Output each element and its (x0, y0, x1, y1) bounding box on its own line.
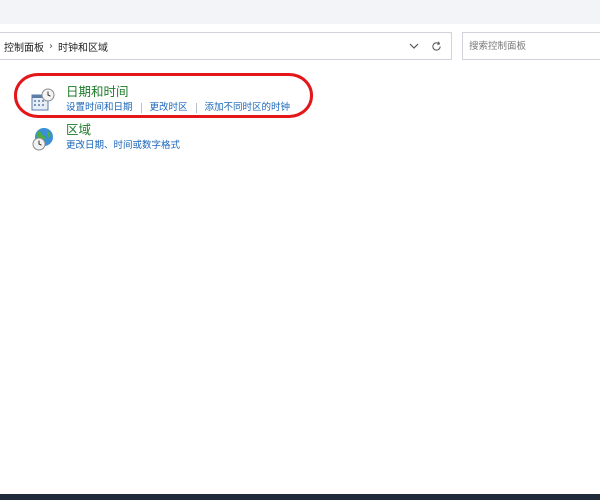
chevron-down-icon (409, 43, 419, 49)
calendar-clock-icon[interactable] (30, 88, 56, 114)
change-formats-link[interactable]: 更改日期、时间或数字格式 (66, 139, 180, 152)
date-and-time-text: 日期和时间 设置时间和日期 更改时区 添加不同时区的时钟 (66, 84, 290, 114)
title-bar-strip (0, 0, 600, 25)
breadcrumb-control-panel[interactable]: 控制面板 (4, 39, 44, 54)
date-and-time-title[interactable]: 日期和时间 (66, 84, 290, 100)
date-and-time-links: 设置时间和日期 更改时区 添加不同时区的时钟 (66, 101, 290, 114)
link-divider (140, 102, 142, 113)
refresh-icon (431, 41, 441, 51)
breadcrumb: 控制面板 › 时钟和区域 (0, 39, 403, 54)
address-bar[interactable]: 控制面板 › 时钟和区域 (0, 32, 452, 60)
globe-clock-icon[interactable] (30, 126, 56, 152)
region-title[interactable]: 区域 (66, 122, 180, 138)
link-divider (195, 102, 197, 113)
breadcrumb-separator[interactable]: › (49, 41, 53, 52)
date-and-time-item: 日期和时间 设置时间和日期 更改时区 添加不同时区的时钟 (30, 84, 290, 114)
address-history-button[interactable] (403, 35, 425, 57)
region-links: 更改日期、时间或数字格式 (66, 139, 180, 152)
add-clocks-link[interactable]: 添加不同时区的时钟 (205, 101, 291, 114)
set-time-date-link[interactable]: 设置时间和日期 (66, 101, 133, 114)
search-box[interactable] (462, 32, 600, 60)
navigation-row: 控制面板 › 时钟和区域 (0, 24, 600, 70)
region-item: 区域 更改日期、时间或数字格式 (30, 122, 180, 152)
search-input[interactable] (469, 34, 597, 58)
refresh-button[interactable] (425, 35, 447, 57)
breadcrumb-clock-and-region[interactable]: 时钟和区域 (58, 39, 108, 54)
region-text: 区域 更改日期、时间或数字格式 (66, 122, 180, 152)
change-time-zone-link[interactable]: 更改时区 (150, 101, 188, 114)
taskbar-edge (0, 494, 600, 500)
